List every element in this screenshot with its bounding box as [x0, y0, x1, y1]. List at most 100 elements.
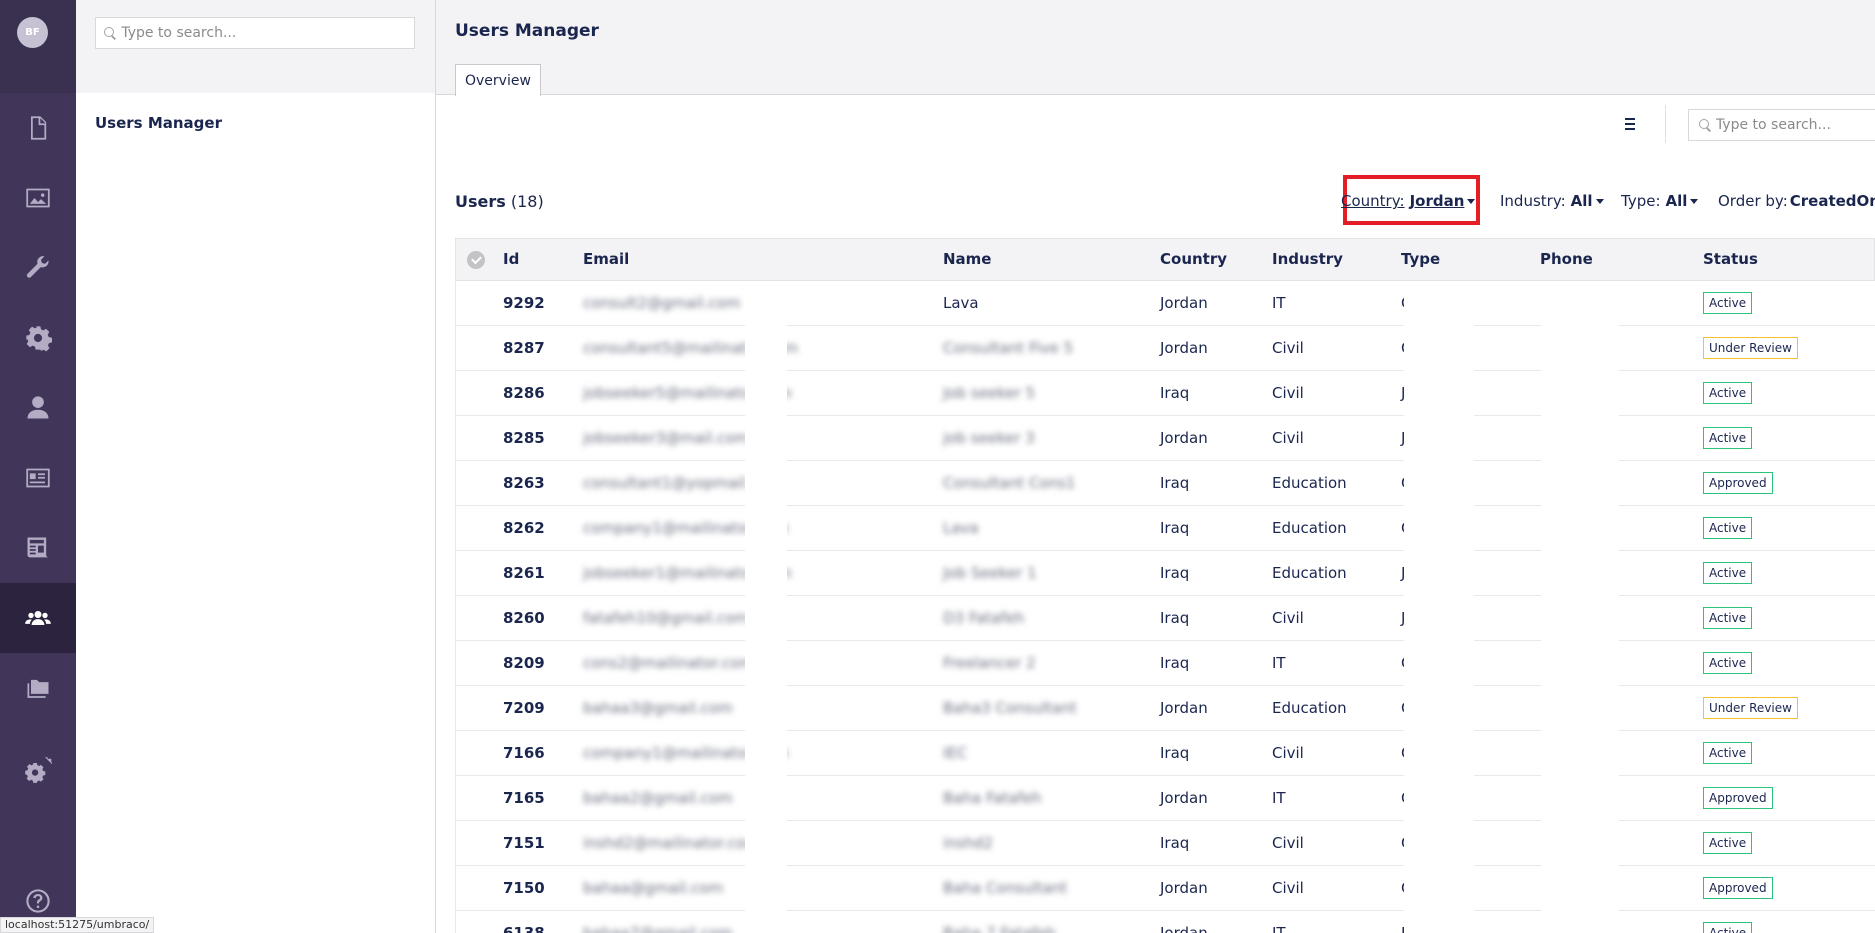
- cell-status: Active: [1703, 427, 1753, 449]
- cell-industry: Civil: [1272, 744, 1304, 762]
- cell-industry: Civil: [1272, 609, 1304, 627]
- cell-country: Iraq: [1160, 609, 1190, 627]
- column-header-status[interactable]: Status: [1703, 250, 1758, 268]
- table-row[interactable]: 7166 company1@mailinator.com IEC Iraq Civil…: [455, 731, 1875, 776]
- order-filter-label: Order by:: [1718, 192, 1788, 210]
- rail-item-content[interactable]: [0, 93, 76, 163]
- table-row[interactable]: 7151 inshd2@mailinator.com inshd2 Iraq Civi…: [455, 821, 1875, 866]
- cell-industry: IT: [1272, 924, 1286, 933]
- country-filter-value[interactable]: Jordan: [1410, 192, 1465, 210]
- rail-item-users-manager[interactable]: [0, 583, 76, 653]
- rail-item-config[interactable]: [0, 735, 76, 805]
- column-header-industry[interactable]: Industry: [1272, 250, 1343, 268]
- order-filter-value[interactable]: CreatedOn: [1790, 192, 1875, 210]
- table-row[interactable]: 7209 bahaa3@gmail.com Baha3 Consultant Jord…: [455, 686, 1875, 731]
- rail-item-developer[interactable]: [0, 303, 76, 373]
- cell-industry: Education: [1272, 519, 1347, 537]
- rail-item-settings[interactable]: [0, 233, 76, 303]
- status-badge: Approved: [1703, 472, 1773, 494]
- table-row[interactable]: 7165 bahaa2@gmail.com Baha Fatafeh Jordan IT…: [455, 776, 1875, 821]
- industry-filter-label: Industry:: [1500, 192, 1566, 210]
- cell-name: IEC: [943, 744, 968, 762]
- cell-industry: IT: [1272, 654, 1286, 672]
- cell-id: 8209: [503, 654, 545, 672]
- status-url: localhost:51275/umbraco/: [0, 917, 155, 933]
- tree-search-box[interactable]: [95, 17, 415, 49]
- rail-item-forms[interactable]: [0, 513, 76, 583]
- cell-industry: IT: [1272, 294, 1286, 312]
- column-header-type[interactable]: Type: [1401, 250, 1440, 268]
- column-header-phone[interactable]: Phone: [1540, 250, 1593, 268]
- cell-status: Active: [1703, 517, 1753, 539]
- table-row[interactable]: 8286 jobseeker5@mailinator.com Job seeker …: [455, 371, 1875, 416]
- cell-country: Iraq: [1160, 384, 1190, 402]
- cell-country: Jordan: [1160, 699, 1208, 717]
- help-icon: [26, 889, 50, 913]
- rail-item-members[interactable]: [0, 443, 76, 513]
- section-rail: BF: [0, 0, 76, 933]
- main-search-input[interactable]: [1715, 117, 1875, 133]
- table-row[interactable]: 6138 bahaa7@gmail.com Baha 7 Fatafeh Jordan…: [455, 911, 1875, 933]
- cell-email: fatafeh10@gmail.com: [583, 609, 750, 627]
- cell-id: 8262: [503, 519, 545, 537]
- cell-status: Active: [1703, 832, 1753, 854]
- cell-email: jobseeker3@mail.com: [583, 429, 750, 447]
- country-filter[interactable]: Country: Jordan: [1341, 192, 1476, 210]
- cell-email: bahaa2@gmail.com: [583, 789, 733, 807]
- table-row[interactable]: 8209 cons2@mailinator.com Freelancer 2 Iraq…: [455, 641, 1875, 686]
- column-header-id[interactable]: Id: [503, 250, 519, 268]
- status-badge: Active: [1703, 562, 1753, 584]
- tree-search-input[interactable]: [121, 25, 414, 41]
- table-body: 9292consult2@gmail.comLavaJordanITCActiv…: [455, 281, 1875, 933]
- cell-id: 7166: [503, 744, 545, 762]
- table-row[interactable]: 8262 company1@mailinator.com Lava Iraq Educa…: [455, 506, 1875, 551]
- order-filter[interactable]: Order by: CreatedOn: [1718, 192, 1875, 210]
- type-filter-value[interactable]: All: [1666, 192, 1688, 210]
- chevron-down-icon: [1595, 198, 1604, 204]
- menu-icon[interactable]: [1625, 118, 1639, 132]
- group-icon: [25, 611, 51, 625]
- cell-status: Approved: [1703, 472, 1773, 494]
- select-all-checkbox[interactable]: [467, 251, 485, 269]
- cell-status: Active: [1703, 607, 1753, 629]
- newspaper-icon: [27, 537, 49, 558]
- cell-country: Jordan: [1160, 789, 1208, 807]
- industry-filter[interactable]: Industry: All: [1500, 192, 1604, 210]
- chevron-down-icon: [1467, 198, 1476, 204]
- cell-status: Under Review: [1703, 337, 1798, 359]
- industry-filter-value[interactable]: All: [1571, 192, 1593, 210]
- rail-item-files[interactable]: [0, 653, 76, 723]
- page-title: Users Manager: [455, 21, 599, 41]
- table-row[interactable]: 8260 fatafeh10@gmail.com D3 Fatafeh Iraq Civ…: [455, 596, 1875, 641]
- table-row[interactable]: 8261 jobseeker1@mailinator.com Job Seeker …: [455, 551, 1875, 596]
- table-row[interactable]: 9292consult2@gmail.comLavaJordanITCActiv…: [455, 281, 1875, 326]
- cell-country: Jordan: [1160, 339, 1208, 357]
- cell-id: 8287: [503, 339, 545, 357]
- rail-item-media[interactable]: [0, 163, 76, 233]
- status-badge: Active: [1703, 382, 1753, 404]
- cell-id: 8263: [503, 474, 545, 492]
- image-icon: [26, 188, 50, 208]
- column-header-country[interactable]: Country: [1160, 250, 1227, 268]
- table-row[interactable]: 7150 bahaa@gmail.com Baha Consultant Jordan…: [455, 866, 1875, 911]
- cell-name: job seeker 3: [943, 429, 1035, 447]
- table-row[interactable]: 8287 consultant5@mailinator.com Consultant…: [455, 326, 1875, 371]
- user-avatar[interactable]: BF: [17, 17, 48, 48]
- tree-panel: Users Manager: [76, 0, 436, 933]
- cell-name: Job Seeker 1: [943, 564, 1037, 582]
- column-header-name[interactable]: Name: [943, 250, 991, 268]
- cell-name: D3 Fatafeh: [943, 609, 1025, 627]
- tab-overview[interactable]: Overview: [455, 64, 541, 96]
- tree-item-users-manager[interactable]: Users Manager: [95, 114, 222, 132]
- cogs-icon: [25, 757, 52, 783]
- status-badge: Active: [1703, 292, 1753, 314]
- table-row[interactable]: 8285 jobseeker3@mail.com job seeker 3 Jorda…: [455, 416, 1875, 461]
- cell-country: Iraq: [1160, 474, 1190, 492]
- redaction-mask: [745, 282, 787, 933]
- type-filter[interactable]: Type: All: [1621, 192, 1699, 210]
- table-row[interactable]: 8263 consultant1@yopmail.com Consultant Co…: [455, 461, 1875, 506]
- main-search-box[interactable]: [1688, 109, 1875, 141]
- status-badge: Active: [1703, 922, 1753, 933]
- rail-item-users[interactable]: [0, 373, 76, 443]
- column-header-email[interactable]: Email: [583, 250, 629, 268]
